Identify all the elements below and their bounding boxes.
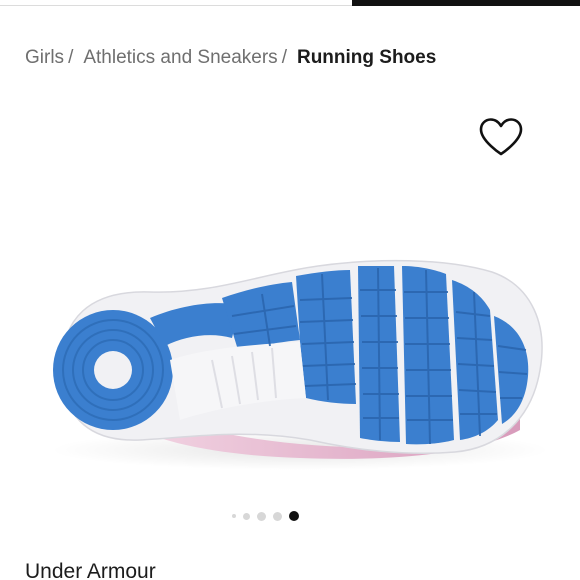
breadcrumb-link-athletics-and-sneakers[interactable]: Athletics and Sneakers bbox=[83, 47, 277, 69]
wishlist-button[interactable] bbox=[477, 115, 525, 159]
carousel-dot-active[interactable] bbox=[289, 511, 299, 521]
breadcrumb-current-running-shoes: Running Shoes bbox=[296, 47, 437, 68]
breadcrumb-separator: / bbox=[68, 47, 74, 68]
breadcrumb: Girls / Athletics and Sneakers / Running… bbox=[25, 45, 436, 71]
product-brand[interactable]: Under Armour bbox=[25, 560, 156, 580]
progress-track bbox=[0, 5, 352, 6]
breadcrumb-separator: / bbox=[281, 47, 287, 68]
carousel-pagination bbox=[232, 510, 299, 522]
carousel-dot[interactable] bbox=[257, 511, 266, 521]
carousel-dot[interactable] bbox=[273, 511, 282, 521]
carousel-dot[interactable] bbox=[243, 512, 250, 520]
carousel-dot[interactable] bbox=[232, 514, 236, 518]
image-progress-bar bbox=[0, 0, 580, 6]
heart-outline-icon bbox=[479, 118, 523, 156]
breadcrumb-link-girls[interactable]: Girls bbox=[25, 47, 64, 69]
progress-active-segment bbox=[352, 0, 580, 6]
